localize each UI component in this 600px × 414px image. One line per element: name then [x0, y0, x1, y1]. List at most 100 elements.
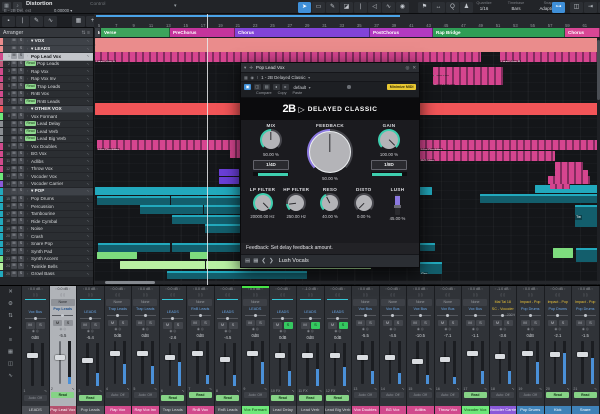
- pan-control[interactable]: [80, 315, 101, 321]
- compare-button[interactable]: Compare: [256, 91, 272, 97]
- track-row[interactable]: 6MS◦RnB Vox∿: [0, 91, 93, 99]
- mixer-channel-trap-leads[interactable]: ◦ 0.0 dB ◦▯ ▯LEADSMS◉ ◎-2.66∿ReadTrap Le…: [160, 286, 188, 414]
- close-icon[interactable]: ✕: [6, 288, 16, 297]
- mute-button[interactable]: M: [11, 263, 17, 269]
- insert-slot[interactable]: None: [463, 299, 487, 306]
- mute-button[interactable]: M: [11, 196, 17, 202]
- pop-drums-clip[interactable]: Pop Drums: [97, 196, 170, 205]
- channel-solo-button[interactable]: S: [421, 320, 430, 327]
- record-arm-button[interactable]: ◦: [25, 272, 30, 276]
- solo-button[interactable]: S: [18, 173, 24, 179]
- automation-mode-button[interactable]: Auto: Off: [381, 392, 404, 398]
- pan-control[interactable]: [107, 313, 128, 319]
- fader-handle[interactable]: [412, 359, 423, 364]
- vox-clip[interactable]: VOX: [95, 38, 600, 45]
- track-row[interactable]: 16MS◦Percussion∿: [0, 203, 93, 211]
- channel-input-gain[interactable]: ◦ 0.0 dB ◦: [468, 286, 483, 293]
- output-bus[interactable]: LEADS: [215, 309, 240, 315]
- pan-control[interactable]: [190, 313, 211, 319]
- channel-mute-button[interactable]: M: [301, 322, 310, 329]
- record-arm-button[interactable]: ◦: [25, 264, 30, 268]
- solo-button[interactable]: S: [18, 83, 24, 89]
- output-bus[interactable]: Vox Bus: [380, 306, 405, 312]
- mute-button[interactable]: M: [11, 46, 17, 52]
- channel-solo-button[interactable]: S: [201, 320, 210, 327]
- parameter-value[interactable]: 0.00000 ▾: [54, 8, 72, 13]
- mute-button[interactable]: M: [11, 271, 17, 277]
- automation-mode-button[interactable]: Auto: Off: [436, 392, 459, 398]
- channel-mute-button[interactable]: M: [356, 320, 365, 327]
- channel-mute-button[interactable]: M: [191, 320, 200, 327]
- mute-button[interactable]: M: [11, 173, 17, 179]
- automation-read-badge[interactable]: Read: [25, 99, 36, 104]
- mixer-channel-leads[interactable]: ◦ 0.0 dB ◦▯ ▯Vox BusMS◉ ◎0dB1∿Auto: OffL…: [22, 286, 50, 414]
- channel-solo-button[interactable]: S: [449, 320, 458, 327]
- channel-input-gain[interactable]: ◦ 0.0 dB ◦: [578, 286, 593, 293]
- insert-slot[interactable]: [78, 301, 102, 308]
- track-row[interactable]: 22MS◦Synth Pad∿: [0, 248, 93, 256]
- channel-input-gain[interactable]: ◦ 0.0 dB ◦: [275, 286, 290, 293]
- channel-mute-button[interactable]: M: [438, 320, 447, 327]
- mute-button[interactable]: M: [11, 233, 17, 239]
- track-row[interactable]: 19MS◦Noise∿: [0, 226, 93, 234]
- solo-button[interactable]: S: [18, 136, 24, 142]
- channel-mute-button[interactable]: M: [53, 320, 62, 327]
- automation-mode-button[interactable]: Read: [51, 392, 74, 398]
- ab-compare-button[interactable]: ◫: [254, 84, 261, 90]
- output-bus[interactable]: Pop Drums: [573, 306, 598, 312]
- mute-button[interactable]: M: [11, 188, 17, 194]
- channel-solo-button[interactable]: S: [91, 322, 100, 329]
- automation-mode-button[interactable]: Read: [271, 395, 294, 401]
- track-row[interactable]: 25MS◦Growl Bass∿: [0, 271, 93, 279]
- channel-mute-button[interactable]: M: [411, 320, 420, 327]
- insert-slot[interactable]: None: [408, 299, 432, 306]
- mute-button[interactable]: M: [11, 53, 17, 59]
- insert-slot[interactable]: [216, 301, 240, 308]
- list-icon[interactable]: ≡: [6, 336, 16, 345]
- timeline-ruler[interactable]: 5791113151719212325272931333537394143454…: [94, 14, 600, 28]
- output-bus[interactable]: Pop Drums: [545, 306, 570, 312]
- track-row[interactable]: MSReadLead Big Verb∿: [0, 136, 93, 144]
- output-bus[interactable]: Vox Bus: [408, 306, 433, 312]
- group-row[interactable]: MS◦▾ POP∿: [0, 188, 93, 196]
- record-arm-button[interactable]: ◦: [25, 234, 30, 238]
- arrow-tool[interactable]: ➤: [298, 2, 311, 13]
- marker-icon[interactable]: ⚑: [418, 2, 431, 13]
- playhead-marker[interactable]: [207, 14, 208, 28]
- section-marker[interactable]: Verse: [101, 28, 170, 37]
- channel-solo-button[interactable]: S: [366, 320, 375, 327]
- twinklebells-clip[interactable]: TwinkleBells: [120, 261, 205, 269]
- paint-tool[interactable]: ✎: [326, 2, 339, 13]
- fader-handle[interactable]: [385, 355, 396, 360]
- mute-button[interactable]: M: [11, 91, 17, 97]
- channel-mute-button[interactable]: M: [548, 320, 557, 327]
- fader-handle[interactable]: [55, 355, 66, 360]
- channel-input-gain[interactable]: ◦ 0.0 dB ◦: [385, 286, 400, 293]
- plugin-window[interactable]: ▾ ✛ Pop Lead Vox ◎ ✕ ▦ ◉ ⌇ 1 - 2B Delaye…: [240, 62, 420, 268]
- preset-grid-icon[interactable]: ▦: [253, 258, 258, 264]
- fader-handle[interactable]: [82, 358, 93, 363]
- mute-button[interactable]: M: [11, 61, 17, 67]
- track-row[interactable]: 20MS◦Crash∿: [0, 233, 93, 241]
- record-arm-button[interactable]: ◦: [25, 47, 30, 51]
- rap-vox-clip[interactable]: Rap Vox: [433, 67, 503, 76]
- mixer-channel-rnb-vox[interactable]: ◦ 0.0 dB ◦▯ ▯NoneRnB LeadsMS◉ ◎0dB7∿Read…: [187, 286, 215, 414]
- track-row[interactable]: 12MS◦Throw Vox∿: [0, 166, 93, 174]
- channel-solo-button[interactable]: S: [311, 322, 320, 329]
- insert-slot[interactable]: None: [436, 299, 460, 306]
- mute-button[interactable]: M: [11, 211, 17, 217]
- pan-control[interactable]: [547, 313, 568, 319]
- timebase-dropdown[interactable]: Timebase Bars: [502, 1, 530, 12]
- channel-solo-button[interactable]: S: [476, 320, 485, 327]
- snap-toggle-button[interactable]: ⊶: [552, 2, 565, 13]
- channel-solo-button[interactable]: S: [174, 322, 183, 329]
- current-preset-name[interactable]: Lush Vocals: [279, 258, 309, 264]
- channel-input-gain[interactable]: ◦ 0.0 dB ◦: [550, 286, 565, 293]
- insert-slot[interactable]: None: [106, 299, 130, 306]
- solo-button[interactable]: S: [18, 61, 24, 67]
- channel-mute-button[interactable]: M: [273, 322, 282, 329]
- automation-read-badge[interactable]: Read: [25, 129, 36, 134]
- automation-read-badge[interactable]: Read: [25, 121, 36, 126]
- channel-mute-button[interactable]: M: [383, 320, 392, 327]
- fader-handle[interactable]: [192, 351, 203, 356]
